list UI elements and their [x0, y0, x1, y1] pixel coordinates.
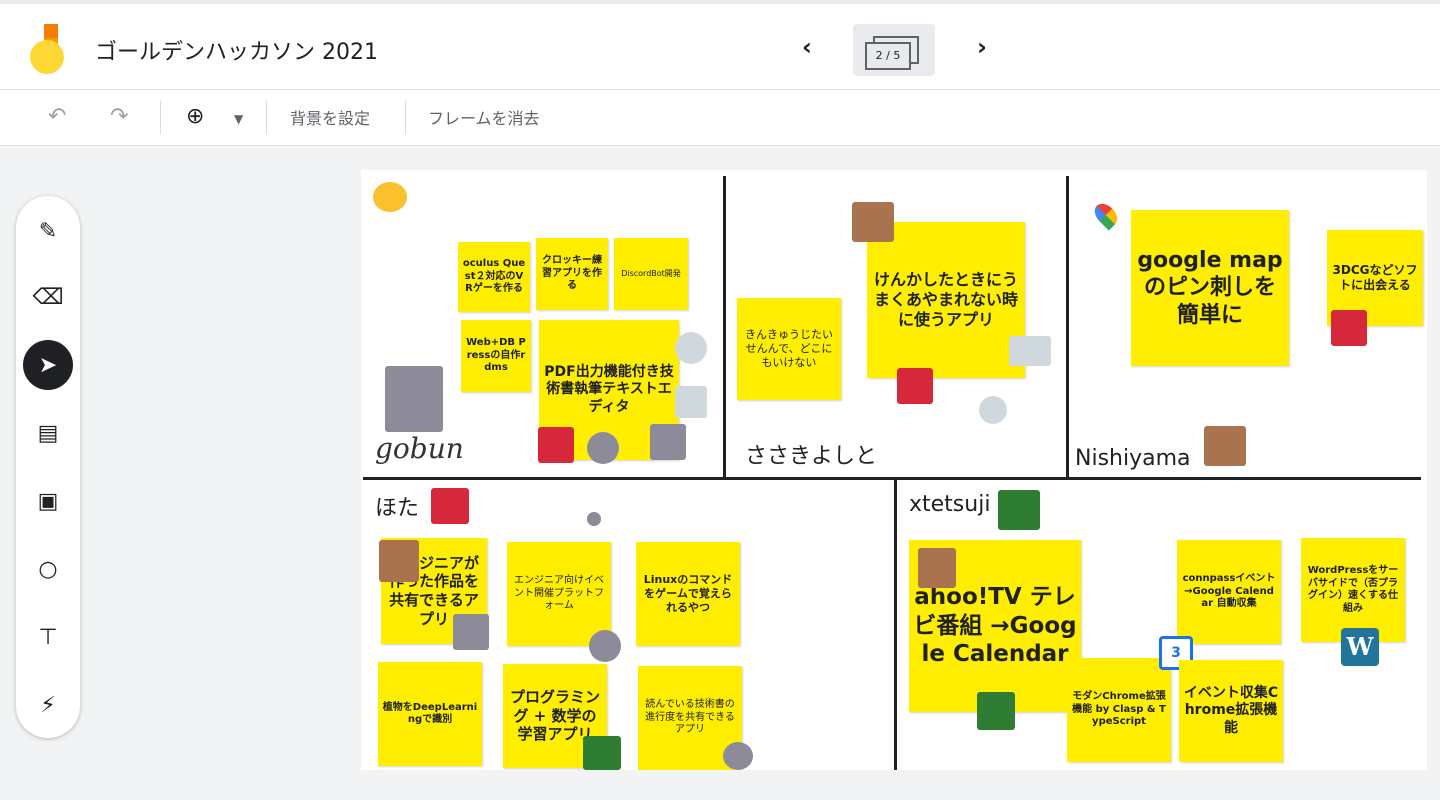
avatar[interactable] [538, 427, 574, 463]
map-pin-icon[interactable] [1090, 199, 1122, 231]
sticky-note[interactable]: 植物をDeepLearningで識別 [378, 662, 482, 766]
avatar[interactable] [998, 490, 1040, 530]
zoom-dropdown-icon[interactable]: ▼ [234, 112, 243, 126]
section-label[interactable]: ささきよしと [745, 438, 877, 470]
sticky-note[interactable]: イベント収集Chrome拡張機能 [1179, 660, 1283, 762]
avatar[interactable] [650, 424, 686, 460]
avatar[interactable] [1331, 310, 1367, 346]
avatar[interactable] [675, 386, 707, 418]
sticky-note[interactable]: クロッキー練習アプリを作る [536, 238, 608, 310]
sticky-note[interactable]: エンジニア向けイベント開催プラットフォーム [507, 542, 611, 646]
select-icon[interactable]: ➤ [23, 340, 73, 390]
section-divider [723, 176, 726, 478]
sticky-note[interactable]: connpassイベント→Google Calendar 自動収集 [1177, 540, 1281, 644]
avatar[interactable] [431, 488, 469, 524]
avatar[interactable] [587, 432, 619, 464]
toolbar-divider [266, 100, 267, 134]
sticky-note[interactable]: けんかしたときにうまくあやまれない時に使うアプリ [867, 222, 1025, 378]
clear-frame-button[interactable]: フレームを消去 [428, 105, 540, 129]
section-divider [894, 478, 897, 770]
avatar[interactable] [979, 396, 1007, 424]
board-title[interactable]: ゴールデンハッカソン 2021 [95, 34, 378, 66]
avatar[interactable] [1204, 426, 1246, 466]
sticky-note[interactable]: モダンChrome拡張機能 by Clasp & TypeScript [1067, 658, 1171, 762]
shape-circle-icon[interactable]: ○ [23, 544, 73, 594]
avatar[interactable] [918, 548, 956, 588]
pen-icon[interactable]: ✎ [23, 206, 73, 256]
avatar[interactable] [453, 614, 489, 650]
set-background-button[interactable]: 背景を設定 [290, 105, 370, 129]
toolbar-divider [405, 100, 406, 134]
chevron-right-icon[interactable]: › [967, 32, 997, 62]
lemon-icon[interactable] [373, 182, 407, 212]
avatar[interactable] [977, 692, 1015, 730]
chevron-left-icon[interactable]: ‹ [792, 32, 822, 62]
sticky-note[interactable]: oculus Quest２対応のVRゲーを作る [458, 242, 530, 312]
frame-indicator: 2 / 5 [865, 42, 911, 70]
avatar[interactable] [675, 332, 707, 364]
avatar[interactable] [385, 366, 443, 432]
laser-icon[interactable]: ⚡ [23, 680, 73, 730]
tool-sidebar: ✎ ⌫ ➤ ▤ ▣ ○ ⊤ ⚡ [16, 196, 80, 738]
sticky-note[interactable]: Web+DB Pressの自作rdms [461, 320, 531, 392]
section-label[interactable]: ほた [375, 490, 419, 522]
avatar[interactable] [723, 742, 753, 770]
app-header: ゴールデンハッカソン 2021 ‹ 2 / 5 › [0, 0, 1440, 90]
avatar[interactable] [897, 368, 933, 404]
avatar[interactable] [583, 736, 621, 770]
image-icon[interactable]: ▣ [23, 476, 73, 526]
sticky-note-icon[interactable]: ▤ [23, 408, 73, 458]
jamboard-logo-icon [28, 24, 68, 76]
avatar[interactable] [589, 630, 621, 662]
eraser-icon[interactable]: ⌫ [23, 272, 73, 322]
sticky-note[interactable]: きんきゅうじたいせんんで、どこにもいけない [737, 298, 841, 400]
sticky-note[interactable]: DiscordBot開発 [614, 238, 688, 310]
section-label[interactable]: xtetsuji [909, 492, 990, 517]
avatar[interactable] [1009, 336, 1051, 366]
board-canvas[interactable]: oculus Quest２対応のVRゲーを作る クロッキー練習アプリを作る Di… [361, 170, 1427, 770]
avatar[interactable] [852, 202, 894, 242]
avatar[interactable] [379, 540, 419, 582]
wordpress-icon[interactable]: W [1341, 628, 1379, 666]
sticky-note[interactable]: Linuxのコマンドをゲームで覚えられるやつ [636, 542, 740, 646]
text-box-icon[interactable]: ⊤ [23, 612, 73, 662]
frame-bar-toggle-button[interactable]: 2 / 5 [853, 24, 935, 76]
signature-drawing[interactable]: gobun [375, 432, 464, 465]
section-divider [1066, 176, 1069, 478]
sticky-note[interactable]: WordPressをサーバサイドで（否プラグイン）速くする仕組み [1301, 538, 1405, 642]
undo-icon[interactable]: ↶ [48, 104, 66, 129]
zoom-in-icon[interactable]: ⊕ [186, 104, 204, 129]
redo-icon[interactable]: ↷ [110, 104, 128, 129]
section-label[interactable]: Nishiyama [1075, 446, 1191, 471]
section-divider [363, 477, 1421, 480]
toolbar-divider [160, 100, 161, 134]
toolbar: ↶ ↷ ⊕ ▼ 背景を設定 フレームを消去 [0, 90, 1440, 146]
sticky-note[interactable]: google mapのピン刺しを簡単に [1131, 210, 1289, 366]
avatar[interactable] [587, 512, 601, 526]
